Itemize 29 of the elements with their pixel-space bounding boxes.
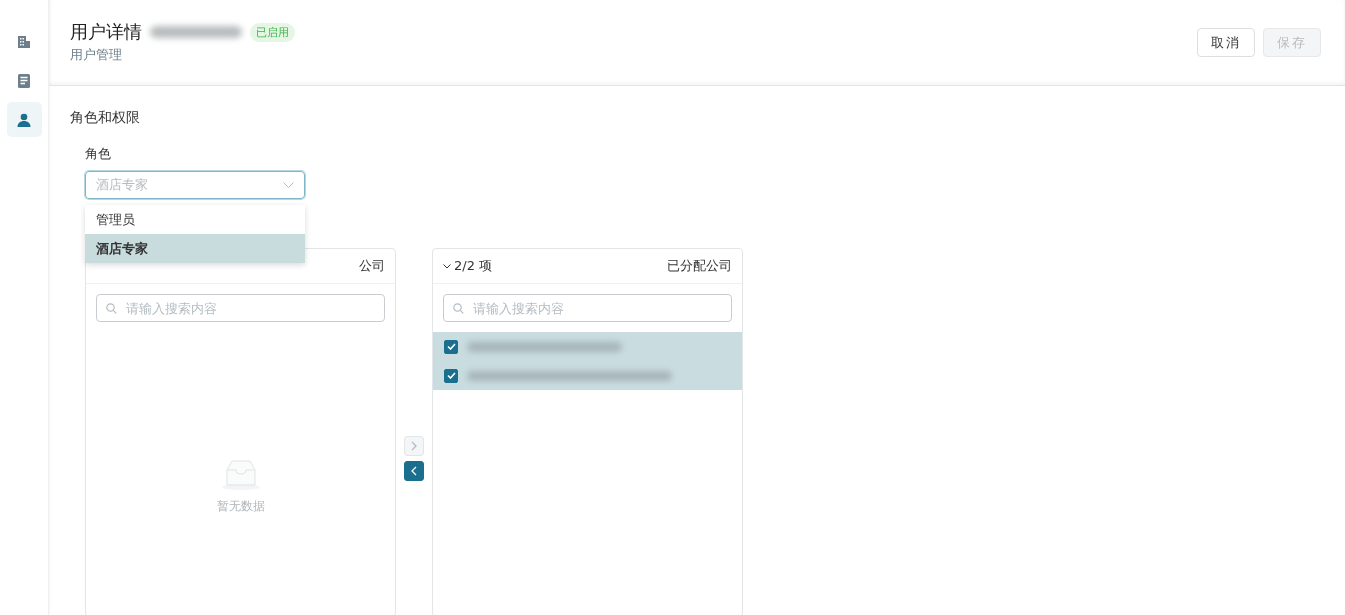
document-icon <box>18 73 30 88</box>
chevron-right-icon <box>410 441 418 451</box>
search-icon <box>453 303 464 314</box>
search-icon <box>106 303 117 314</box>
search-field[interactable]: 请输入搜索内容 <box>443 294 732 322</box>
field-label: 角色 <box>85 145 112 163</box>
panel-title: 已分配公司 <box>667 257 732 275</box>
user-icon <box>17 112 31 127</box>
chevron-down-icon <box>443 263 451 269</box>
checkbox[interactable] <box>444 339 458 354</box>
dropdown-option[interactable]: 管理员 <box>85 205 305 234</box>
panel-title: 公司 <box>359 257 385 275</box>
chevron-down-icon <box>283 182 294 188</box>
transfer-button[interactable] <box>404 461 424 481</box>
item-count: 2/2 项 <box>454 257 493 275</box>
building-icon <box>17 34 31 49</box>
checkbox[interactable] <box>444 368 458 383</box>
breadcrumb-link[interactable]: 用户管理 <box>70 46 295 64</box>
empty-inbox-icon <box>220 460 261 490</box>
search-field[interactable]: 请输入搜索内容 <box>96 294 385 322</box>
sidebar-item[interactable] <box>6 102 42 137</box>
select-all-toggle[interactable]: 2/2 项 <box>443 257 493 275</box>
status-badge: 已启用 <box>250 22 295 42</box>
empty-text: 暂无数据 <box>216 498 265 515</box>
chevron-left-icon <box>410 466 418 476</box>
section-title: 角色和权限 <box>70 109 141 127</box>
page-title: 用户详情 <box>70 20 142 44</box>
cancel-button[interactable]: 取消 <box>1197 28 1255 57</box>
dropdown-option[interactable]: 酒店专家 <box>85 234 305 263</box>
